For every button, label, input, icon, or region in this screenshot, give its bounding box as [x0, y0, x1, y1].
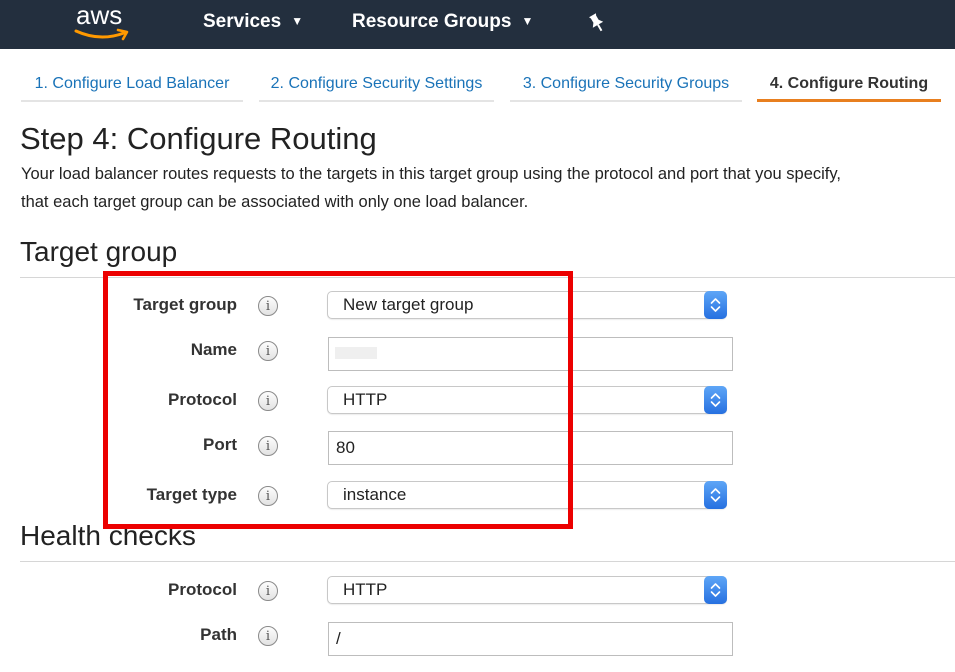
health-protocol-label: Protocol: [168, 580, 237, 599]
info-icon[interactable]: i: [258, 626, 278, 646]
health-path-value: /: [336, 629, 341, 648]
resource-groups-menu[interactable]: Resource Groups ▼: [352, 11, 533, 33]
services-menu[interactable]: Services ▼: [203, 11, 303, 33]
chevron-down-icon: ▼: [521, 14, 534, 28]
health-path-input[interactable]: /: [328, 622, 733, 656]
select-stepper-icon: [704, 291, 727, 319]
top-nav-bar: aws Services ▼ Resource Groups ▼: [0, 0, 955, 49]
tab-configure-load-balancer[interactable]: 1. Configure Load Balancer: [21, 60, 243, 102]
tab-configure-security-settings[interactable]: 2. Configure Security Settings: [259, 60, 494, 102]
pin-icon[interactable]: [588, 12, 606, 34]
tab-configure-routing[interactable]: 4. Configure Routing: [757, 60, 941, 102]
aws-logo-text: aws: [76, 0, 123, 30]
services-label: Services: [203, 11, 282, 32]
aws-logo[interactable]: aws: [72, 0, 138, 44]
health-protocol-select[interactable]: HTTP: [327, 576, 727, 604]
description-line-2: that each target group can be associated…: [21, 193, 529, 211]
resource-groups-label: Resource Groups: [352, 11, 512, 32]
highlight-annotation-box: [103, 271, 573, 529]
tab-configure-security-groups[interactable]: 3. Configure Security Groups: [510, 60, 742, 102]
health-path-label: Path: [200, 625, 237, 644]
select-stepper-icon: [704, 576, 727, 604]
target-group-heading: Target group: [20, 236, 178, 267]
chevron-down-icon: ▼: [291, 14, 304, 28]
health-protocol-value: HTTP: [343, 580, 388, 599]
select-stepper-icon: [704, 481, 727, 509]
section-divider: [20, 561, 955, 562]
aws-smile-icon: [74, 28, 129, 41]
page-title: Step 4: Configure Routing: [20, 121, 377, 156]
info-icon[interactable]: i: [258, 581, 278, 601]
description-line-1: Your load balancer routes requests to th…: [21, 165, 842, 183]
page-description: Your load balancer routes requests to th…: [21, 160, 955, 216]
select-stepper-icon: [704, 386, 727, 414]
